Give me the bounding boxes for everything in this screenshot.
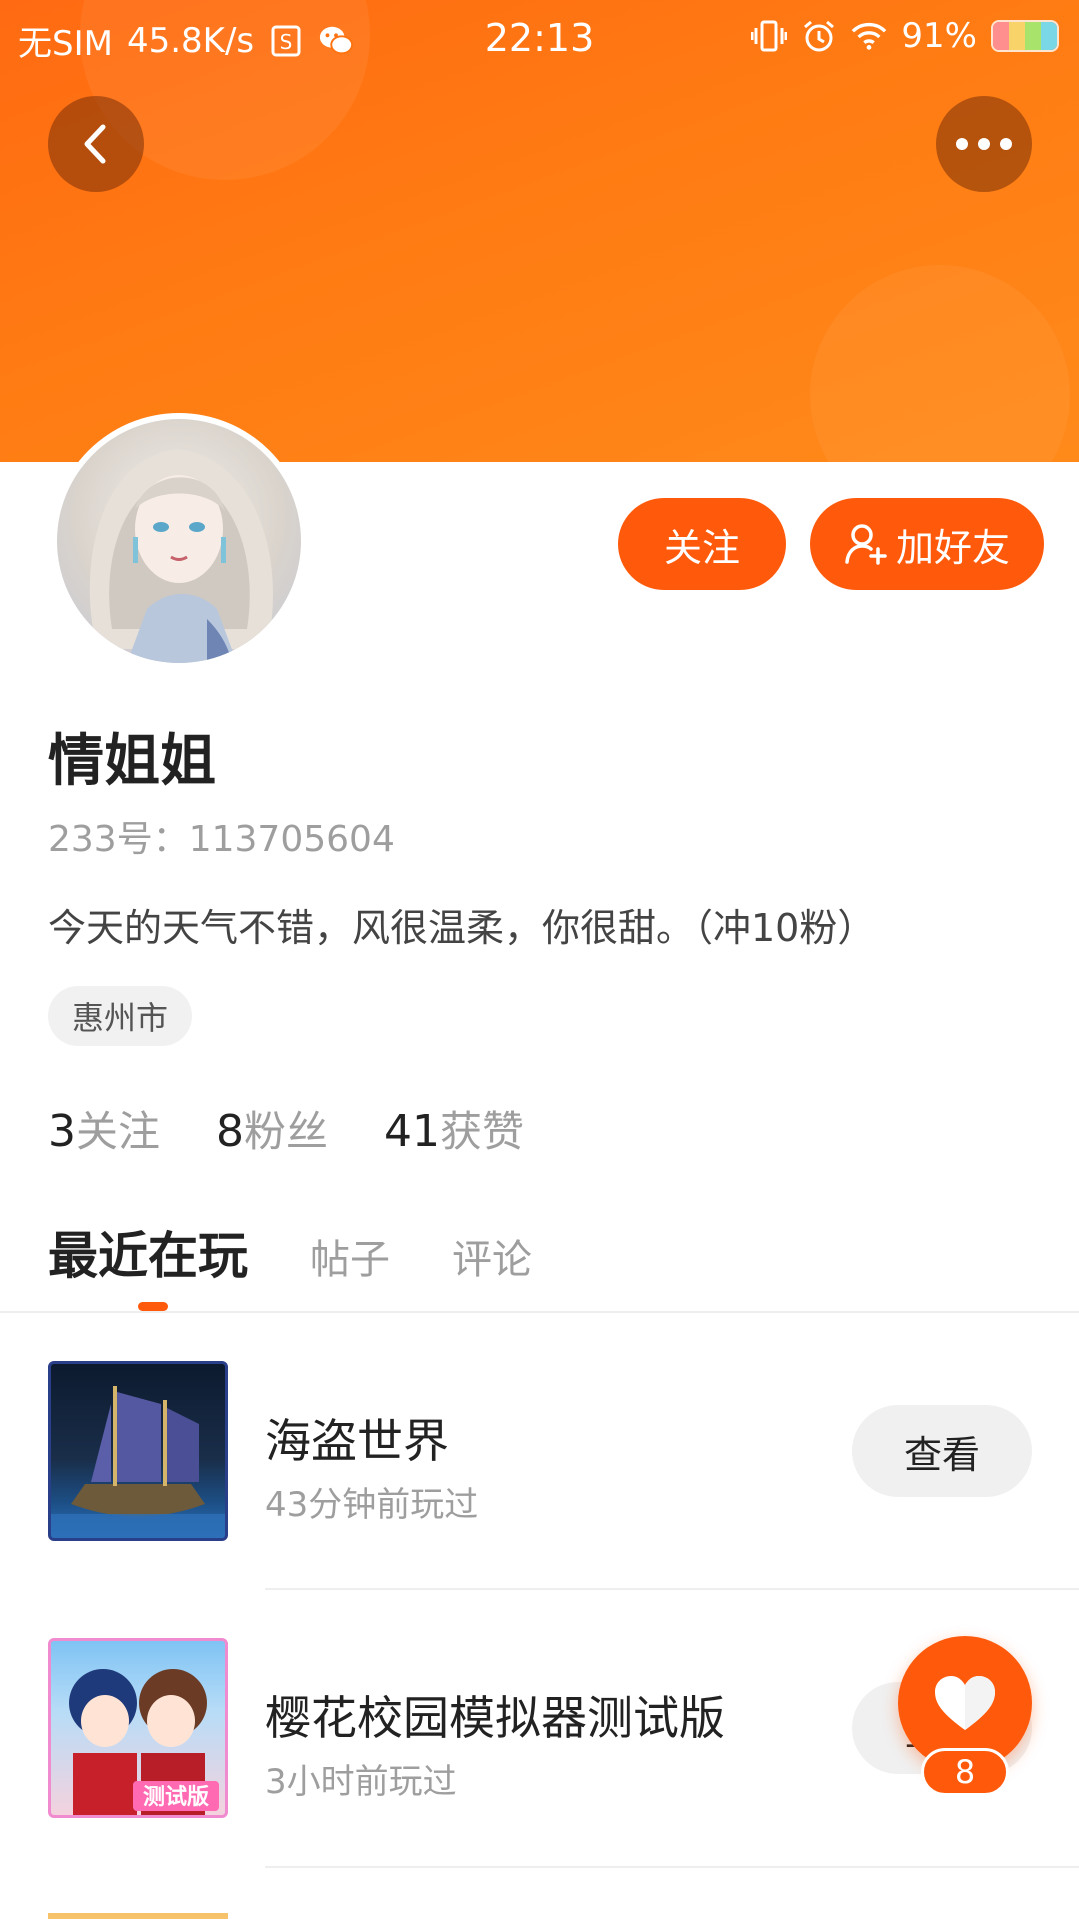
tab-recently-played[interactable]: 最近在玩 bbox=[48, 1216, 248, 1288]
stat-following-count: 3 bbox=[48, 1106, 76, 1157]
tab-comments[interactable]: 评论 bbox=[452, 1227, 532, 1285]
profile-bio: 今天的天气不错，风很温柔，你很甜。（冲10粉） bbox=[48, 906, 876, 950]
vibrate-icon bbox=[751, 18, 788, 54]
game-thumbnail bbox=[48, 1361, 228, 1541]
battery-icon bbox=[991, 20, 1059, 52]
stat-likes-count: 41 bbox=[384, 1106, 441, 1157]
view-game-button[interactable]: 查看 bbox=[852, 1405, 1032, 1497]
stat-likes-label: 获赞 bbox=[440, 1107, 525, 1156]
alarm-icon bbox=[801, 18, 837, 54]
battery-percent: 91% bbox=[901, 16, 977, 56]
wifi-icon bbox=[851, 18, 887, 54]
more-button[interactable] bbox=[936, 96, 1032, 192]
add-friend-button[interactable]: 加好友 bbox=[810, 498, 1044, 590]
chevron-left-icon bbox=[84, 124, 106, 164]
row-divider bbox=[265, 1588, 1079, 1590]
add-user-icon bbox=[845, 524, 887, 565]
tab-posts[interactable]: 帖子 bbox=[310, 1227, 390, 1285]
stat-likes: 41 获赞 bbox=[384, 1098, 524, 1159]
game-title: 海盗世界 bbox=[265, 1414, 449, 1468]
row-divider bbox=[265, 1866, 1079, 1868]
heart-icon bbox=[935, 1676, 995, 1730]
add-friend-label: 加好友 bbox=[895, 525, 1010, 570]
tabs-divider bbox=[0, 1311, 1079, 1313]
like-count-badge: 8 bbox=[921, 1748, 1009, 1796]
banner-decoration bbox=[810, 265, 1070, 462]
game-thumbnail: 测试版 bbox=[48, 1638, 228, 1818]
status-bar-right: 91% bbox=[751, 16, 1059, 56]
follow-button-label: 关注 bbox=[663, 525, 740, 570]
game-last-played: 3小时前玩过 bbox=[265, 1762, 457, 1802]
list-item[interactable]: 海盗世界 43分钟前玩过 查看 bbox=[0, 1361, 1079, 1639]
view-game-label: 查看 bbox=[903, 1432, 980, 1477]
profile-name: 情姐姐 bbox=[48, 729, 216, 794]
avatar-image bbox=[57, 419, 301, 663]
svg-text:测试版: 测试版 bbox=[143, 1785, 209, 1810]
status-bar: 无SIM 45.8K/s S 22:13 91% bbox=[0, 0, 1079, 76]
profile-stats: 3 关注 8 粉丝 41 获赞 bbox=[48, 1098, 524, 1159]
back-button[interactable] bbox=[48, 96, 144, 192]
more-horizontal-icon bbox=[956, 138, 1012, 150]
game-last-played: 43分钟前玩过 bbox=[265, 1485, 479, 1525]
avatar[interactable] bbox=[51, 413, 307, 669]
stat-following[interactable]: 3 关注 bbox=[48, 1098, 160, 1159]
profile-tabs: 最近在玩 帖子 评论 bbox=[48, 1216, 532, 1288]
game-thumbnail bbox=[48, 1913, 228, 1919]
user-id: 233号：113705604 bbox=[48, 819, 395, 860]
active-tab-indicator bbox=[138, 1302, 168, 1311]
stat-fans-label: 粉丝 bbox=[244, 1107, 329, 1156]
stat-fans-count: 8 bbox=[216, 1106, 245, 1157]
stat-following-label: 关注 bbox=[76, 1107, 161, 1156]
profile-page: 无SIM 45.8K/s S 22:13 91% 关注 加好友 情姐姐 233号… bbox=[0, 0, 1079, 1919]
game-title: 樱花校园模拟器测试版 bbox=[265, 1691, 725, 1745]
follow-button[interactable]: 关注 bbox=[618, 498, 786, 590]
stat-fans[interactable]: 8 粉丝 bbox=[216, 1098, 328, 1159]
location-tag: 惠州市 bbox=[48, 986, 193, 1046]
